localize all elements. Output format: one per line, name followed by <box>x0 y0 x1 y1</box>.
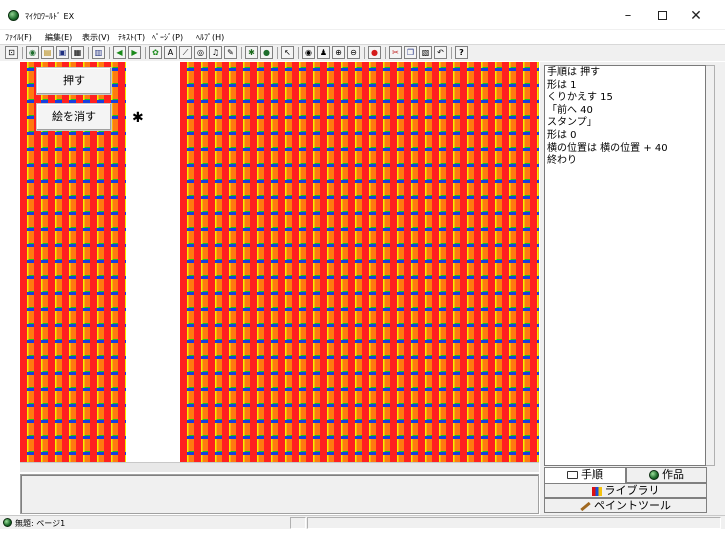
print-icon[interactable]: ▦ <box>71 46 84 59</box>
open-folder-icon[interactable]: ▤ <box>41 46 54 59</box>
new-world-icon[interactable]: ◉ <box>26 46 39 59</box>
erase-drawing-button[interactable]: 絵を消す <box>36 103 112 131</box>
status-text: 無題: ページ1 <box>15 519 66 528</box>
menu-view[interactable]: 表示(V) <box>82 32 110 43</box>
procedure-line: 形は 0 <box>547 129 577 141</box>
zoom-out-icon[interactable]: ⊖ <box>347 46 360 59</box>
window-title: ﾏｲｸﾛﾜｰﾙﾄﾞ EX <box>25 12 75 21</box>
procedure-line: 横の位置は 横の位置 + 40 <box>547 142 668 154</box>
status-globe-icon <box>3 518 12 527</box>
stage-canvas[interactable]: 押す 絵を消す ✱ <box>20 62 539 462</box>
minimize-button[interactable]: – <box>612 6 644 26</box>
music-icon[interactable]: ♫ <box>209 46 222 59</box>
push-button[interactable]: 押す <box>36 67 112 95</box>
close-button[interactable]: ✕ <box>680 6 712 26</box>
tab-works-label: 作品 <box>662 468 684 481</box>
toolbar-separator <box>145 47 146 59</box>
procedure-line: くりかえす 15 <box>547 92 613 104</box>
menu-page[interactable]: ﾍﾟｰｼﾞ(P) <box>152 32 183 43</box>
stamp-icon[interactable]: ♟ <box>317 46 330 59</box>
toolbar-separator <box>88 47 89 59</box>
arrow-left-icon[interactable]: ◀ <box>113 46 126 59</box>
toolbar-separator <box>109 47 110 59</box>
eye-icon[interactable]: ◎ <box>194 46 207 59</box>
status-cell <box>290 517 306 529</box>
book-icon <box>567 471 578 479</box>
paste-icon[interactable]: ▧ <box>419 46 432 59</box>
status-bar: 無題: ページ1 <box>0 515 725 529</box>
library-icon <box>591 486 602 496</box>
help-icon[interactable]: ? <box>455 46 468 59</box>
tab-procedure-label: 手順 <box>581 468 603 481</box>
menu-file[interactable]: ﾌｧｲﾙ(F) <box>5 32 32 43</box>
copy-icon[interactable]: ❐ <box>404 46 417 59</box>
status-cell <box>307 517 721 529</box>
turtle-icon[interactable]: ✿ <box>149 46 162 59</box>
menu-edit[interactable]: 編集(E) <box>45 32 72 43</box>
draw-icon[interactable]: ✎ <box>224 46 237 59</box>
procedure-scrollbar[interactable] <box>706 65 715 466</box>
globe-icon[interactable]: ● <box>260 46 273 59</box>
paint-tool-button[interactable]: ペイントツール <box>544 498 707 513</box>
save-icon[interactable]: ▣ <box>56 46 69 59</box>
window-bottom-edge <box>0 529 725 542</box>
tab-procedure[interactable]: 手順 <box>544 467 626 483</box>
view-icon[interactable]: ◉ <box>302 46 315 59</box>
line-icon[interactable]: ⟋ <box>179 46 192 59</box>
zoom-in-icon[interactable]: ⊕ <box>332 46 345 59</box>
toolbar-separator <box>385 47 386 59</box>
paint-tool-button-label: ペイントツール <box>594 499 671 512</box>
grid-icon[interactable]: ▥ <box>92 46 105 59</box>
title-bar: ﾏｲｸﾛﾜｰﾙﾄﾞ EX – ✕ <box>0 0 725 30</box>
pin-icon[interactable]: ⊡ <box>5 46 18 59</box>
pointer-icon[interactable]: ↖ <box>281 46 294 59</box>
stage-scrollbar[interactable] <box>20 462 539 472</box>
cut-icon[interactable]: ✂ <box>389 46 402 59</box>
menu-bar: ﾌｧｲﾙ(F) 編集(E) 表示(V) ﾃｷｽﾄ(T) ﾍﾟｰｼﾞ(P) ﾍﾙﾌ… <box>0 30 725 44</box>
procedure-line: 終わり <box>547 155 577 167</box>
paint-brush-icon <box>580 501 591 511</box>
toolbar-separator <box>22 47 23 59</box>
menu-text[interactable]: ﾃｷｽﾄ(T) <box>118 32 145 43</box>
toolbar-separator <box>364 47 365 59</box>
globe-icon <box>649 470 659 480</box>
stamp-pattern-right <box>180 62 539 462</box>
bug-icon[interactable]: ✱ <box>245 46 258 59</box>
text-icon[interactable]: A <box>164 46 177 59</box>
toolbar: ⊡ ◉ ▤ ▣ ▦ ▥ ◀ ▶ ✿ A ⟋ ◎ ♫ ✎ ✱ ● ↖ ◉ ♟ ⊕ … <box>0 44 725 61</box>
procedure-line: 手順は 押す <box>547 67 601 78</box>
toolbar-separator <box>298 47 299 59</box>
procedure-line: スタンプ」 <box>547 117 597 129</box>
library-button-label: ライブラリ <box>604 484 660 497</box>
toolbar-separator <box>277 47 278 59</box>
procedure-line: 「前へ 40 <box>547 104 593 116</box>
tab-works[interactable]: 作品 <box>626 467 707 483</box>
app-globe-icon <box>8 10 19 21</box>
maximize-icon <box>657 11 667 20</box>
library-button[interactable]: ライブラリ <box>544 483 707 498</box>
procedure-editor[interactable]: 手順は 押す 形は 1 くりかえす 15 「前へ 40 スタンプ」 形は 0 横… <box>544 65 706 466</box>
toolbar-separator <box>451 47 452 59</box>
maximize-button[interactable] <box>646 6 678 26</box>
menu-help[interactable]: ﾍﾙﾌﾟ(H) <box>196 32 224 43</box>
procedure-line: 形は 1 <box>547 79 577 91</box>
turtle-icon[interactable]: ✱ <box>132 110 144 126</box>
panel-tabs: 手順 作品 <box>544 467 707 483</box>
arrow-right-icon[interactable]: ▶ <box>128 46 141 59</box>
undo-icon[interactable]: ↶ <box>434 46 447 59</box>
toolbar-separator <box>241 47 242 59</box>
stop-icon[interactable]: ● <box>368 46 381 59</box>
message-box[interactable] <box>20 474 539 514</box>
